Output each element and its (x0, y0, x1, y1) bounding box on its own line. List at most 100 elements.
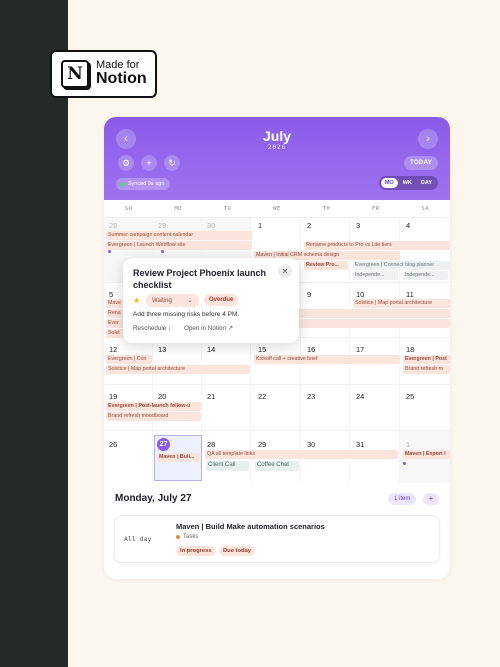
open-in-notion-link[interactable]: Open in Notion ↗ (184, 325, 233, 332)
calendar-widget: ‹ July 2026 › ⚙ + ↻ TODAY Synced 9s ago … (104, 117, 450, 579)
day-number: 25 (406, 392, 415, 401)
event-bar[interactable] (279, 319, 450, 328)
agenda-item-source: Tasks (176, 534, 198, 540)
add-event-button[interactable]: + (141, 155, 157, 171)
event-bar[interactable]: Evergreen | Launch Webflow site (106, 241, 252, 250)
event-bar[interactable]: Independe... (403, 271, 448, 280)
agenda-add-button[interactable]: + (423, 493, 439, 505)
status-tag: In progress (176, 546, 216, 556)
day-number: 13 (158, 345, 167, 354)
day-number: 14 (207, 345, 216, 354)
event-bar[interactable]: QA all template links (205, 450, 398, 459)
settings-button[interactable]: ⚙ (118, 155, 134, 171)
day-number: 20 (158, 392, 167, 401)
popover-note: Add three missing risks before 4 PM. (133, 311, 240, 318)
event-chip[interactable]: Client Call (206, 461, 249, 471)
event-chip[interactable]: Coffee Chat (255, 461, 299, 471)
day-number: 21 (207, 392, 216, 401)
day-number: 24 (356, 392, 365, 401)
badge-line-2: Notion (96, 70, 147, 88)
day-number: 22 (258, 392, 267, 401)
plus-icon: + (146, 158, 152, 168)
badge-text: Made for Notion (96, 59, 147, 88)
today-button[interactable]: TODAY (404, 156, 438, 170)
day-number: 28 (109, 221, 118, 230)
day-number: 12 (109, 345, 118, 354)
weekday-label: FR (372, 206, 380, 212)
day-number: 18 (406, 345, 415, 354)
popover-title: Review Project Phoenix launch checklist (133, 268, 267, 290)
event-bar[interactable]: Summer campaign content calendar (106, 231, 252, 240)
sync-status: Synced 9s ago (116, 178, 171, 190)
day-number: 28 (207, 440, 216, 449)
day-cell[interactable] (104, 431, 153, 483)
close-icon: ✕ (281, 266, 289, 276)
due-tag: Due today (219, 546, 256, 556)
event-bar[interactable]: Rename products to Pro vs Lite tiers (304, 241, 450, 250)
event-bar[interactable]: Solstice | Map portal architecture (353, 299, 450, 308)
status-dropdown[interactable]: Waiting ⌄ (146, 294, 199, 307)
day-number: 23 (307, 392, 316, 401)
view-day-button[interactable]: DAY (417, 178, 436, 188)
sync-status-dot-icon (120, 181, 125, 187)
event-dot-icon (108, 250, 111, 253)
event-dot-icon (161, 250, 164, 253)
day-number: 4 (406, 221, 411, 230)
weekday-header: SU MO TU WE TH FR SA (104, 200, 450, 218)
event-bar[interactable]: Kickoff call + creative brief (254, 355, 400, 364)
event-bar[interactable]: Evergreen | Connect blog planner (353, 261, 450, 270)
weekday-label: WE (273, 206, 281, 212)
reschedule-link[interactable]: Reschedule ↓ (133, 325, 171, 332)
calendar-header: ‹ July 2026 › ⚙ + ↻ TODAY Synced 9s ago … (104, 117, 450, 200)
today-day-number: 27 (157, 438, 170, 451)
popover-close-button[interactable]: ✕ (278, 264, 292, 278)
day-number: 3 (356, 221, 361, 230)
day-number: 1 (406, 440, 411, 449)
weekday-label: SA (421, 206, 430, 212)
day-number: 29 (158, 221, 167, 230)
view-toggle: MO WK DAY (378, 176, 438, 190)
notion-logo-icon: N (61, 60, 89, 88)
chevron-down-icon: ⌄ (187, 298, 193, 304)
left-dark-strip (0, 0, 68, 667)
view-week-button[interactable]: WK (399, 178, 416, 188)
day-number: 16 (307, 345, 316, 354)
day-number: 15 (258, 345, 267, 354)
event-dot-icon (403, 462, 406, 465)
chevron-right-icon: › (426, 133, 430, 145)
event-bar[interactable]: Maven | Export l (403, 450, 450, 459)
star-icon: ★ (133, 296, 141, 305)
day-number: 31 (356, 440, 365, 449)
gear-icon: ⚙ (121, 157, 131, 168)
event-bar[interactable]: Maven | Buil... (157, 453, 200, 462)
event-bar[interactable]: Brand refresh moodboard (106, 412, 201, 421)
next-month-button[interactable]: › (418, 129, 438, 149)
event-bar[interactable]: Solstice | Map portal architecture (106, 365, 250, 374)
event-bar[interactable]: Evergreen | Post-launch follow-u (106, 402, 201, 411)
agenda-date-title: Monday, July 27 (115, 493, 192, 504)
weekday-label: MO (174, 206, 182, 212)
day-number: 19 (109, 392, 118, 401)
week-row: 26 27 28 29 30 31 1 Maven | Buil... QA a… (104, 431, 450, 483)
event-bar[interactable]: Evergreen | Con (106, 355, 152, 364)
day-number: 29 (258, 440, 267, 449)
day-number: 26 (109, 440, 118, 449)
view-month-button[interactable]: MO (380, 178, 398, 188)
refresh-button[interactable]: ↻ (164, 155, 180, 171)
day-number: 1 (258, 221, 263, 230)
day-number: 11 (406, 290, 414, 299)
agenda-item[interactable]: All day Maven | Build Make automation sc… (114, 515, 440, 563)
event-bar[interactable]: Evergreen | Post (403, 355, 450, 364)
event-bar[interactable] (279, 309, 450, 318)
agenda-time: All day (124, 535, 152, 543)
week-row: 12 13 14 15 16 17 18 Evergreen | Con Sol… (104, 338, 450, 385)
weekday-label: TH (322, 206, 331, 212)
event-popover: Review Project Phoenix launch checklist … (123, 258, 299, 343)
event-bar[interactable]: Brand refresh m (403, 365, 450, 374)
made-for-notion-badge: N Made for Notion (50, 50, 157, 98)
event-bar[interactable]: Review Pro... (304, 261, 348, 270)
event-bar[interactable]: Independe... (353, 271, 398, 280)
agenda-item-title: Maven | Build Make automation scenarios (176, 522, 325, 531)
weekday-label: TU (223, 206, 232, 212)
day-number: 30 (307, 440, 316, 449)
